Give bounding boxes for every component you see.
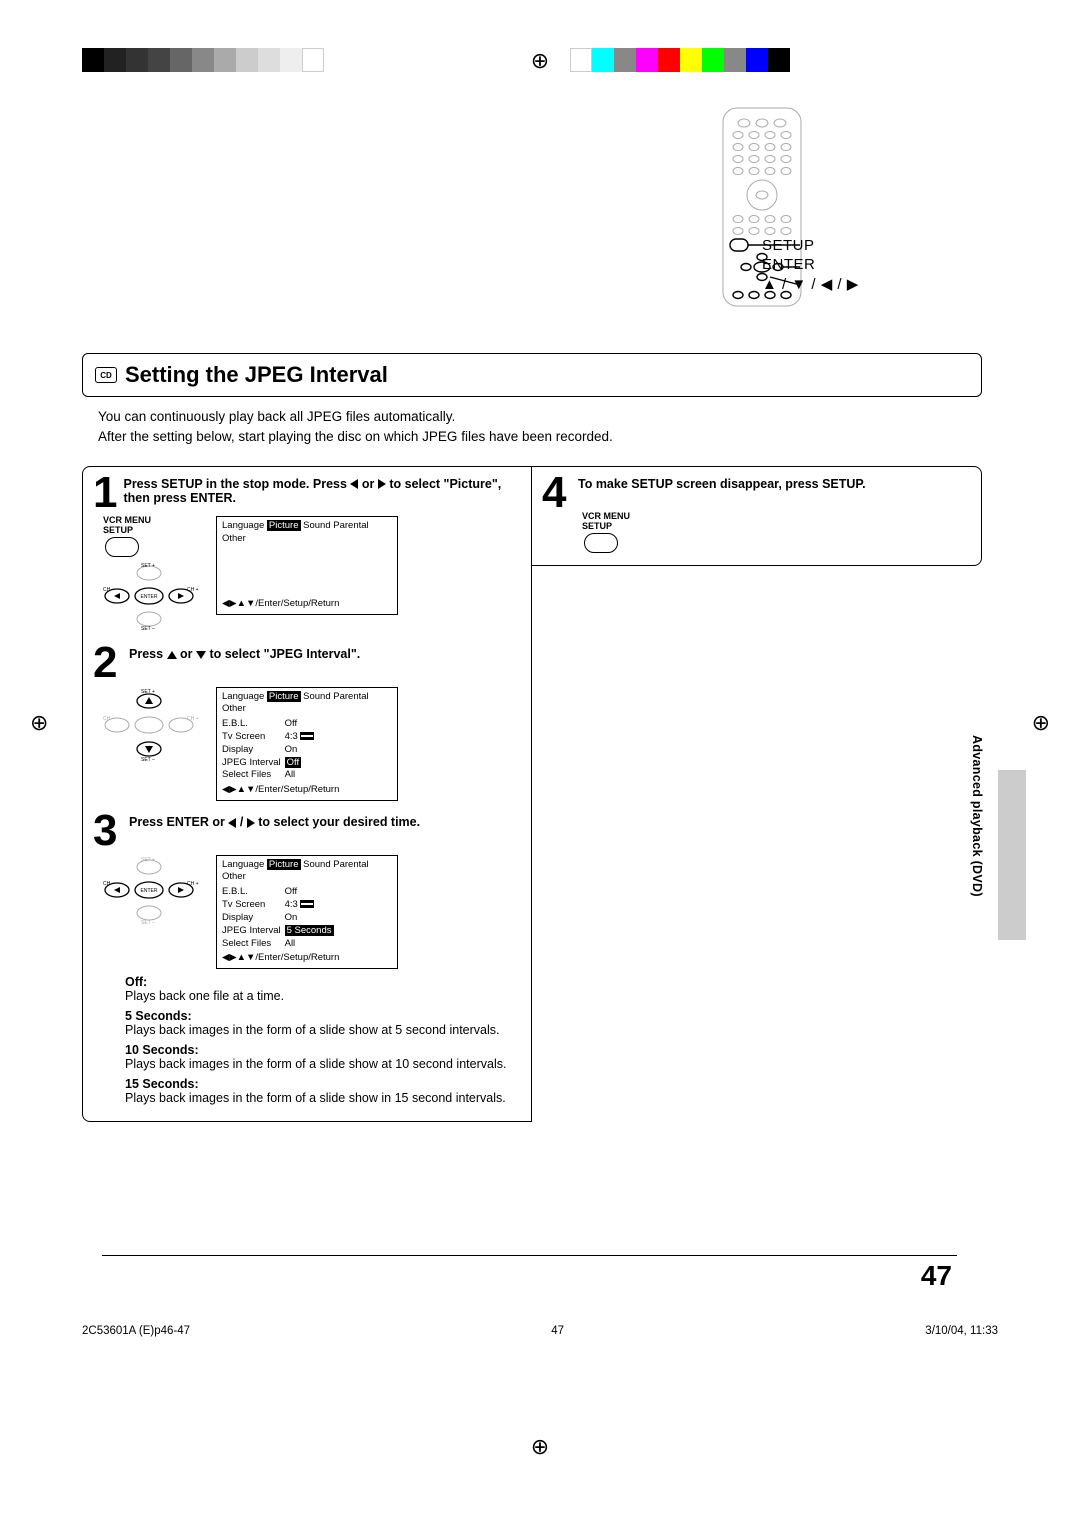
steps-left-column: 1 Press SETUP in the stop mode. Press or…: [82, 466, 532, 1123]
section-title: Setting the JPEG Interval: [125, 362, 388, 388]
footer-timestamp: 3/10/04, 11:33: [925, 1325, 998, 1337]
step-instruction: Press ENTER or / to select your desired …: [129, 811, 420, 829]
svg-text:SET +: SET +: [141, 857, 155, 863]
option-10s-text: Plays back images in the form of a slide…: [125, 1057, 519, 1071]
option-10s-label: 10 Seconds:: [125, 1043, 519, 1057]
step-text-part: or: [358, 477, 377, 491]
svg-text:SET –: SET –: [141, 757, 155, 763]
step-1: 1 Press SETUP in the stop mode. Press or…: [93, 473, 521, 633]
intro-line: You can continuously play back all JPEG …: [98, 407, 966, 427]
step-number: 2: [93, 643, 123, 683]
page-number: 47: [921, 1260, 952, 1292]
dpad-diagram: VCR MENUSETUP ENTERCH –CH +SET +SET –: [97, 516, 202, 633]
cd-icon: CD: [95, 367, 117, 383]
svg-text:CH –: CH –: [103, 881, 115, 887]
svg-text:SET –: SET –: [141, 626, 155, 631]
down-arrow-icon: [196, 651, 206, 659]
svg-text:CH +: CH +: [187, 881, 199, 887]
option-15s-label: 15 Seconds:: [125, 1077, 519, 1091]
side-section-label: Advanced playback (DVD): [970, 735, 984, 897]
remote-label-enter: ENTER: [762, 256, 859, 273]
option-off-label: Off:: [125, 975, 519, 989]
step-instruction: Press SETUP in the stop mode. Press or t…: [123, 473, 521, 505]
svg-text:ENTER: ENTER: [141, 594, 158, 600]
option-5s-text: Plays back images in the form of a slide…: [125, 1023, 519, 1037]
step-2: 2 Press or to select "JPEG Interval". CH…: [93, 643, 521, 801]
svg-text:SET +: SET +: [141, 689, 155, 695]
registration-mark-icon: ⊕: [531, 48, 549, 74]
osd-screen-1: Language Picture Sound Parental Other ◀▶…: [216, 516, 398, 614]
step-number: 1: [93, 473, 117, 513]
footer-doc-id: 2C53601A (E)p46-47: [82, 1325, 190, 1337]
side-tab: [998, 770, 1026, 940]
footer-page: 47: [551, 1325, 564, 1337]
right-arrow-icon: [378, 479, 386, 489]
intro-line: After the setting below, start playing t…: [98, 427, 966, 447]
greyscale-swatch-bar: [82, 48, 324, 72]
remote-label-arrows: ▲ / ▼ / ◀ / ▶: [762, 275, 859, 293]
svg-text:CH –: CH –: [103, 716, 115, 722]
step-4: 4 To make SETUP screen disappear, press …: [542, 473, 971, 553]
setup-button-icon: [584, 533, 618, 553]
page-rule: [102, 1255, 957, 1256]
color-swatch-bar: [570, 48, 790, 72]
print-footer: 2C53601A (E)p46-47 47 3/10/04, 11:33: [82, 1325, 998, 1337]
svg-text:CH +: CH +: [187, 587, 199, 593]
option-off-text: Plays back one file at a time.: [125, 989, 519, 1003]
setup-button-icon: [105, 537, 139, 557]
svg-text:CH –: CH –: [103, 587, 115, 593]
right-arrow-icon: [247, 818, 255, 828]
option-15s-text: Plays back images in the form of a slide…: [125, 1091, 519, 1105]
option-5s-label: 5 Seconds:: [125, 1009, 519, 1023]
interval-options: Off: Plays back one file at a time. 5 Se…: [125, 975, 519, 1105]
osd-screen-3: Language Picture Sound Parental Other E.…: [216, 855, 398, 970]
intro-text: You can continuously play back all JPEG …: [98, 407, 966, 448]
section-heading: CD Setting the JPEG Interval: [82, 353, 982, 397]
svg-text:SET –: SET –: [141, 920, 155, 925]
dpad-diagram: CH – CH + SET + SET –: [97, 687, 202, 765]
step-number: 4: [542, 473, 572, 513]
svg-text:CH +: CH +: [187, 716, 199, 722]
step-text-part: Press SETUP in the stop mode. Press: [123, 477, 350, 491]
svg-text:ENTER: ENTER: [141, 888, 158, 894]
step-instruction: To make SETUP screen disappear, press SE…: [578, 473, 866, 491]
step-3: 3 Press ENTER or / to select your desire…: [93, 811, 521, 1105]
step-number: 3: [93, 811, 123, 851]
steps-right-column: 4 To make SETUP screen disappear, press …: [532, 466, 982, 566]
registration-mark-icon: ⊕: [1032, 710, 1050, 736]
registration-mark-icon: ⊕: [531, 1434, 549, 1460]
up-arrow-icon: [167, 651, 177, 659]
dpad-diagram: ENTER CH – CH + SET + SET –: [97, 855, 202, 927]
remote-illustration: SETUP ENTER ▲ / ▼ / ◀ / ▶: [662, 107, 862, 307]
step-instruction: Press or to select "JPEG Interval".: [129, 643, 360, 661]
registration-mark-icon: ⊕: [30, 710, 48, 736]
osd-screen-2: Language Picture Sound Parental Other E.…: [216, 687, 398, 802]
svg-text:SET +: SET +: [141, 563, 155, 569]
remote-label-setup: SETUP: [762, 237, 859, 254]
